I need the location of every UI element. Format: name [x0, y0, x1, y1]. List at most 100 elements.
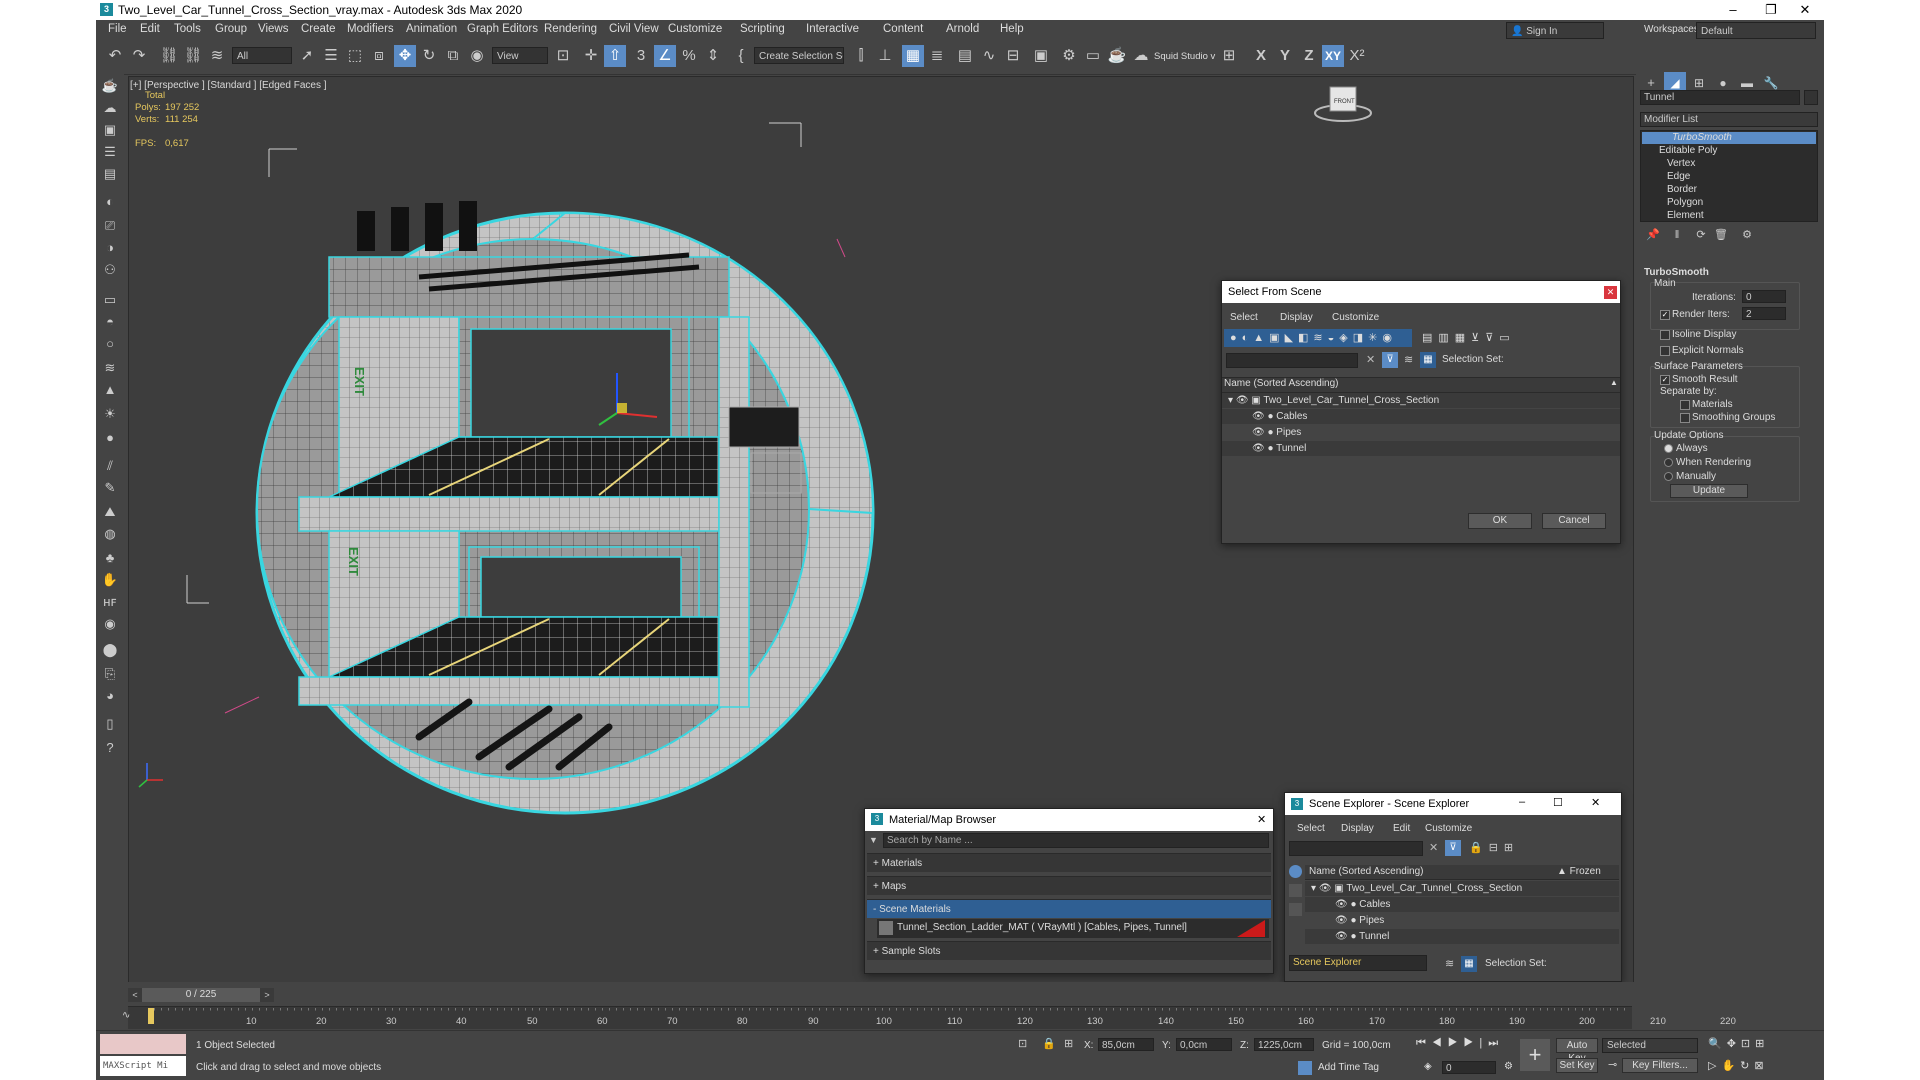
- material-editor-icon[interactable]: ▣: [1030, 45, 1052, 67]
- configure-sets-icon[interactable]: ⚙: [1736, 224, 1758, 246]
- pivot-center-icon[interactable]: ⊡: [552, 45, 574, 67]
- bind-space-warp-icon[interactable]: ≋: [206, 45, 228, 67]
- menu-arrow-icon[interactable]: ▼: [869, 835, 878, 845]
- menu-modifiers[interactable]: Modifiers: [347, 23, 394, 35]
- select-rotate-icon[interactable]: ↻: [418, 45, 440, 67]
- manipulate-icon[interactable]: ✛: [580, 45, 602, 67]
- sort-by-hierarchy-icon[interactable]: [1289, 865, 1302, 878]
- manually-radio[interactable]: [1664, 472, 1673, 481]
- teapot-icon[interactable]: ☕: [100, 76, 120, 96]
- y-coord-field[interactable]: 0,0cm: [1176, 1038, 1232, 1051]
- sfs-tree-item-pipes[interactable]: 👁 ● Pipes: [1222, 425, 1620, 440]
- sfs-tree-item-cables[interactable]: 👁 ● Cables: [1222, 409, 1620, 424]
- menu-content[interactable]: Content: [883, 23, 923, 35]
- percent-snap-icon[interactable]: %: [678, 45, 700, 67]
- maxscript-listener-top[interactable]: [100, 1034, 186, 1054]
- current-frame-field[interactable]: 0: [1442, 1061, 1496, 1074]
- menu-views[interactable]: Views: [258, 23, 288, 35]
- menu-help[interactable]: Help: [1000, 23, 1024, 35]
- se-tree-item-tunnel[interactable]: 👁 ● Tunnel: [1305, 929, 1619, 944]
- sort-by-material-icon[interactable]: [1289, 903, 1302, 916]
- window-crossing-icon[interactable]: ⧈: [368, 45, 390, 67]
- list-icon[interactable]: ☰: [100, 142, 120, 162]
- minimize-icon[interactable]: –: [1714, 0, 1752, 20]
- people-icon[interactable]: ⚇: [100, 260, 120, 280]
- display-filter-icons[interactable]: ▤▥▦⊻⊽▭: [1422, 331, 1516, 344]
- se-menu-customize[interactable]: Customize: [1425, 823, 1472, 834]
- unlink-icon[interactable]: ⛓: [182, 45, 204, 67]
- se-menu-edit[interactable]: Edit: [1393, 823, 1410, 834]
- sfs-menu-display[interactable]: Display: [1280, 312, 1313, 323]
- eye-icon[interactable]: 👁: [1319, 883, 1334, 894]
- eye-icon[interactable]: 👁 ●: [1252, 411, 1276, 422]
- earth-icon[interactable]: ◕: [100, 686, 120, 706]
- render-iters-spinner[interactable]: 2: [1742, 307, 1786, 320]
- link-icon[interactable]: ⛓: [158, 45, 180, 67]
- layers-icon[interactable]: ≋: [1445, 957, 1454, 970]
- sound-icon[interactable]: ◑: [100, 238, 120, 258]
- viewport-nav-controls-top[interactable]: 🔍✥⊡⊞: [1708, 1037, 1769, 1050]
- axis-x-button[interactable]: X: [1250, 45, 1272, 67]
- iterations-spinner[interactable]: 0: [1742, 290, 1786, 303]
- rect-selection-icon[interactable]: ⬚: [344, 45, 366, 67]
- key-filters-button[interactable]: Key Filters...: [1622, 1058, 1698, 1073]
- ok-button[interactable]: OK: [1468, 513, 1532, 529]
- maxscript-mini-listener[interactable]: MAXScript Mi: [100, 1056, 186, 1076]
- edit-named-selection-icon[interactable]: {: [730, 45, 752, 67]
- menu-interactive[interactable]: Interactive: [806, 23, 859, 35]
- place-icon[interactable]: ◉: [466, 45, 488, 67]
- stack-item-edge[interactable]: Edge: [1667, 171, 1690, 182]
- grid-icon[interactable]: ⊞: [1218, 45, 1240, 67]
- ball-icon[interactable]: ●: [100, 428, 120, 448]
- selection-filter-dropdown[interactable]: All: [232, 47, 292, 64]
- undo-icon[interactable]: ↶: [104, 45, 126, 67]
- cloud-icon[interactable]: ☁: [100, 98, 120, 118]
- se-column-header[interactable]: Name (Sorted Ascending): [1309, 866, 1424, 877]
- filter-icons[interactable]: ●◐▲▣◣◧≋◒◈◨✳◉: [1230, 331, 1397, 344]
- globe-icon[interactable]: ◍: [100, 524, 120, 544]
- stack-item-turbosmooth[interactable]: TurboSmooth: [1642, 132, 1816, 144]
- close-icon[interactable]: ✕: [1591, 796, 1600, 809]
- camera-icon[interactable]: ⎚: [100, 216, 120, 236]
- grass-icon[interactable]: ≋: [100, 358, 120, 378]
- image-icon[interactable]: ▣: [100, 120, 120, 140]
- isolate-icon[interactable]: ⊡: [1018, 1037, 1027, 1050]
- script-icon[interactable]: ⎘: [100, 664, 120, 684]
- curve-editor-icon[interactable]: ∿: [978, 45, 1000, 67]
- next-frame-icon[interactable]: >: [260, 988, 274, 1002]
- sfs-column-header[interactable]: Name (Sorted Ascending): [1224, 378, 1339, 389]
- viewcube[interactable]: FRONT: [1314, 86, 1372, 122]
- playback-controls[interactable]: ⏮◀▶▶|⏭: [1416, 1037, 1504, 1050]
- key-filter-icon[interactable]: ⊸: [1608, 1058, 1617, 1071]
- menu-customize[interactable]: Customize: [668, 23, 722, 35]
- eye-icon[interactable]: 👁 ●: [1252, 443, 1276, 454]
- eye-icon[interactable]: 👁: [1236, 395, 1251, 406]
- filter-icon[interactable]: ⊽: [1445, 840, 1461, 856]
- when-rendering-radio[interactable]: [1664, 458, 1673, 467]
- workspaces-dropdown[interactable]: Default: [1696, 22, 1816, 39]
- pin-stack-icon[interactable]: 📌: [1642, 224, 1664, 246]
- make-unique-icon[interactable]: ⟳: [1690, 224, 1712, 246]
- brush-icon[interactable]: ✎: [100, 478, 120, 498]
- select-by-name-icon[interactable]: ☰: [320, 45, 342, 67]
- hand-icon[interactable]: ✋: [100, 570, 120, 590]
- squid-studio-icon[interactable]: ☁: [1130, 45, 1152, 67]
- render-setup-icon[interactable]: ⚙: [1058, 45, 1080, 67]
- sfs-menu-customize[interactable]: Customize: [1332, 312, 1379, 323]
- scene-materials-row[interactable]: - Scene Materials: [867, 899, 1271, 918]
- set-key-button[interactable]: Set Key: [1556, 1058, 1598, 1073]
- render-iters-checkbox[interactable]: ✓: [1660, 310, 1670, 320]
- modifier-list-dropdown[interactable]: Modifier List: [1640, 112, 1818, 127]
- smooth-result-checkbox[interactable]: ✓: [1660, 375, 1670, 385]
- object-name-field[interactable]: Tunnel: [1640, 90, 1800, 105]
- spinner-snap-icon[interactable]: ⇕: [702, 45, 724, 67]
- se-search-input[interactable]: [1289, 841, 1423, 856]
- absolute-mode-icon[interactable]: ⊞: [1064, 1037, 1073, 1050]
- hair-icon[interactable]: ⫽: [100, 456, 120, 476]
- eye-icon[interactable]: 👁 ●: [1335, 915, 1359, 926]
- clear-search-icon[interactable]: ✕: [1429, 841, 1438, 854]
- named-selection-dropdown[interactable]: Create Selection Se: [754, 47, 844, 64]
- redo-icon[interactable]: ↷: [128, 45, 150, 67]
- maximize-icon[interactable]: ☐: [1553, 796, 1563, 809]
- se-toolbar-icons[interactable]: 🔒⊟⊞: [1469, 841, 1519, 854]
